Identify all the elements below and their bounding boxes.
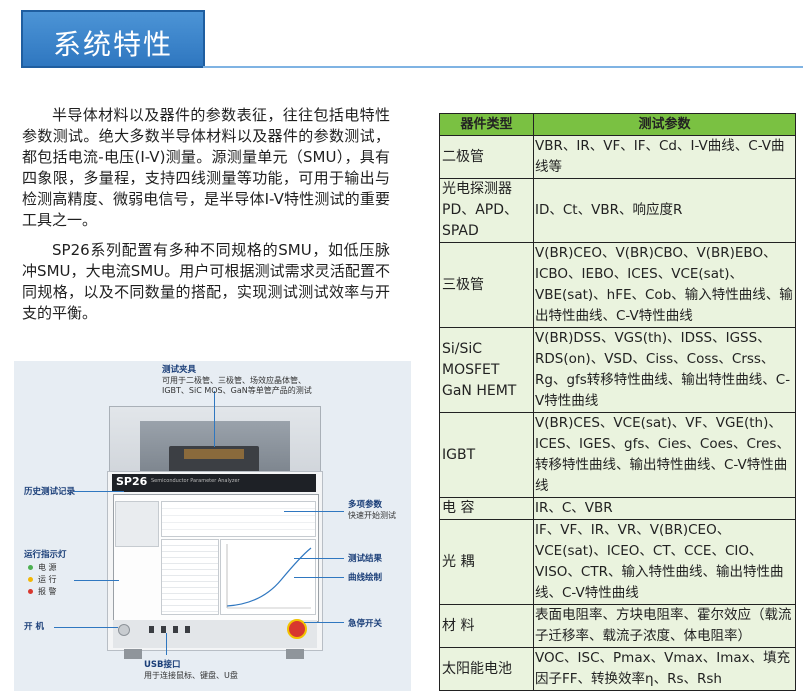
device-foot (124, 649, 142, 659)
fixture-label: 测试夹具 (162, 365, 197, 375)
fixture-desc-2: IGBT、SiC MOS、GaN等单管产品的测试 (162, 386, 312, 395)
device-type: 光电探测器 PD、APD、SPAD (439, 178, 534, 243)
device-type: 材 料 (439, 604, 534, 648)
table-row: 光 耦 IF、VF、IR、VR、V(BR)CEO、VCE(sat)、ICEO、CT… (439, 519, 796, 605)
device-type: 电 容 (439, 497, 534, 520)
brand-logo: SP26 (116, 475, 148, 488)
usb-port-icon (185, 626, 190, 633)
table-row: 二极管 VBR、IR、VF、IF、Cd、I-V曲线、C-V曲线等 (439, 135, 796, 179)
history-label: 历史测试记录 (24, 487, 76, 497)
device-type: 光 耦 (439, 519, 534, 605)
header-device-type: 器件类型 (439, 113, 534, 136)
device-figure: SP26 Semiconductor Parameter Analyzer 测试… (14, 361, 411, 691)
table-row: Si/SiC MOSFET GaN HEMT V(BR)DSS、VGS(th)、I… (439, 327, 796, 413)
callout-line (294, 577, 344, 578)
usb-label: USB接口 (144, 660, 181, 670)
red-led-icon (28, 589, 33, 594)
estop-label: 急停开关 (348, 619, 383, 629)
params-desc: 快速开始测试 (348, 511, 396, 520)
device-type: 太阳能电池 (439, 647, 534, 691)
yellow-led-icon (28, 577, 33, 582)
section-title: 系统特性 (53, 28, 174, 61)
header-test-params: 测试参数 (533, 113, 796, 136)
device-params: IR、C、VBR (533, 497, 796, 520)
callout-line (214, 391, 215, 447)
test-parameter-table: 器件类型 测试参数 二极管 VBR、IR、VF、IF、Cd、I-V曲线、C-V曲线… (439, 113, 796, 691)
intro-paragraph-1: 半导体材料以及器件的参数表征，往往包括电特性参数测试。绝大多数半导体材料以及器件… (22, 106, 390, 229)
screen-params-panel (161, 501, 316, 537)
table-row: 太阳能电池 VOC、ISC、Pmax、Vmax、Imax、填充因子FF、转换效率η… (439, 647, 796, 691)
device-params: V(BR)CES、VCE(sat)、VF、VGE(th)、ICES、IGES、g… (533, 412, 796, 498)
device-type: Si/SiC MOSFET GaN HEMT (439, 327, 534, 413)
table-row: IGBT V(BR)CES、VCE(sat)、VF、VGE(th)、ICES、IG… (439, 412, 796, 498)
callout-line (304, 622, 344, 623)
callout-line (284, 511, 344, 512)
header-divider (203, 66, 803, 68)
indicator-run: 运 行 (28, 574, 57, 585)
front-panel (113, 620, 317, 648)
results-label: 测试结果 (348, 554, 383, 564)
usb-desc: 用于连接鼠标、键盘、U盘 (144, 671, 238, 680)
device-type: 二极管 (439, 135, 534, 179)
curve-label: 曲线绘制 (348, 573, 383, 583)
power-label: 开 机 (24, 622, 44, 632)
table-row: 材 料表面电阻率、方块电阻率、霍尔效应（载流子迁移率、载流子浓度、体电阻率） (439, 604, 796, 648)
device-params: ID、Ct、VBR、响应度R (533, 178, 796, 243)
screen-results-table (161, 539, 219, 615)
device-foot (286, 649, 304, 659)
indicator-label: 运行指示灯 (24, 550, 67, 560)
intro-paragraph-2: SP26系列配置有多种不同规格的SMU，如低压脉冲SMU，大电流SMU。用户可根… (22, 241, 390, 322)
callout-line (294, 558, 344, 559)
callout-line (74, 580, 119, 581)
table-header-row: 器件类型 测试参数 (439, 113, 796, 136)
indicator-alarm: 报 警 (28, 586, 57, 597)
indicator-power: 电 源 (28, 562, 57, 573)
usb-port-icon (173, 626, 178, 633)
screen-history-panel (115, 501, 159, 547)
table-row: 三极管 V(BR)CEO、V(BR)CBO、V(BR)EBO、ICBO、IEBO、… (439, 242, 796, 328)
device-params: VBR、IR、VF、IF、Cd、I-V曲线、C-V曲线等 (533, 135, 796, 179)
device-type: 三极管 (439, 242, 534, 328)
section-header: 系统特性 (21, 10, 205, 68)
callout-line (54, 627, 118, 628)
params-label: 多项参数 (348, 500, 383, 510)
device-params: V(BR)DSS、VGS(th)、IDSS、IGSS、RDS(on)、VSD、C… (533, 327, 796, 413)
callout-line (74, 491, 124, 492)
table-row: 电 容 IR、C、VBR (439, 497, 796, 520)
device-type: IGBT (439, 412, 534, 498)
device-params: IF、VF、IR、VR、V(BR)CEO、VCE(sat)、ICEO、CT、CC… (533, 519, 796, 605)
green-led-icon (28, 565, 33, 570)
power-button-icon (118, 624, 130, 636)
usb-port-icon (161, 626, 166, 633)
brand-subtitle: Semiconductor Parameter Analyzer (151, 478, 240, 484)
device-params: 表面电阻率、方块电阻率、霍尔效应（载流子迁移率、载流子浓度、体电阻率） (533, 604, 796, 648)
device-params: V(BR)CEO、V(BR)CBO、V(BR)EBO、ICBO、IEBO、ICE… (533, 242, 796, 328)
callout-line (166, 633, 167, 655)
device-params: VOC、ISC、Pmax、Vmax、Imax、填充因子FF、转换效率η、Rs、R… (533, 647, 796, 691)
usb-port-icon (149, 626, 154, 633)
fixture-board (184, 449, 244, 459)
table-row: 光电探测器 PD、APD、SPAD ID、Ct、VBR、响应度R (439, 178, 796, 243)
